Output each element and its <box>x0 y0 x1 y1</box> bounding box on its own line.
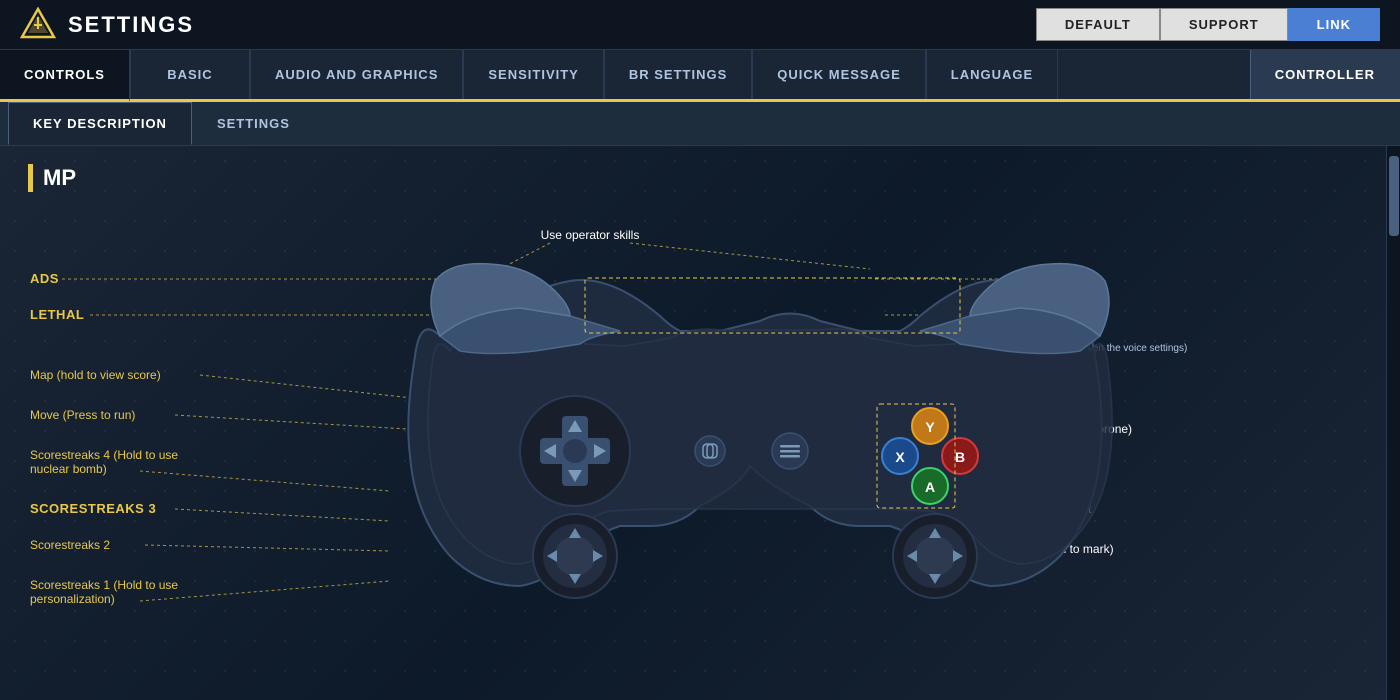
sub-tab-bar: KEY DESCRIPTION SETTINGS <box>0 102 1400 146</box>
header-left: SETTINGS <box>20 7 194 43</box>
tab-bar: CONTROLS BASIC AUDIO AND GRAPHICS SENSIT… <box>0 50 1400 102</box>
scrollbar[interactable] <box>1386 146 1400 700</box>
tab-quick-message[interactable]: QUICK MESSAGE <box>752 50 926 99</box>
svg-text:A: A <box>925 479 935 495</box>
svg-text:Scorestreaks 2: Scorestreaks 2 <box>30 538 110 552</box>
tab-language[interactable]: LANGUAGE <box>926 50 1058 99</box>
svg-text:B: B <box>955 449 965 465</box>
svg-text:Map (hold to view score): Map (hold to view score) <box>30 368 161 382</box>
controller-diagram: .dot-line { stroke: #e8c84a; stroke-widt… <box>10 201 1390 691</box>
tab-controls[interactable]: CONTROLS <box>0 50 130 102</box>
link-button[interactable]: LINK <box>1288 8 1380 41</box>
svg-text:Use operator skills: Use operator skills <box>541 228 640 242</box>
svg-text:Y: Y <box>925 419 935 435</box>
svg-text:Scorestreaks 4 (Hold to use: Scorestreaks 4 (Hold to use <box>30 448 178 462</box>
scrollbar-thumb[interactable] <box>1389 156 1399 236</box>
header-buttons: DEFAULT SUPPORT LINK <box>1036 8 1380 41</box>
default-button[interactable]: DEFAULT <box>1036 8 1160 41</box>
tab-controller[interactable]: CONTROLLER <box>1250 50 1400 99</box>
svg-text:LETHAL: LETHAL <box>30 307 84 322</box>
tab-basic[interactable]: BASIC <box>130 50 250 99</box>
section-title-text: MP <box>43 165 76 191</box>
support-button[interactable]: SUPPORT <box>1160 8 1288 41</box>
svg-text:ADS: ADS <box>30 271 59 286</box>
svg-text:Scorestreaks 1 (Hold to use: Scorestreaks 1 (Hold to use <box>30 578 178 592</box>
svg-text:personalization): personalization) <box>30 592 115 606</box>
tab-br-settings[interactable]: BR SETTINGS <box>604 50 752 99</box>
svg-text:SCORESTREAKS 3: SCORESTREAKS 3 <box>30 501 156 516</box>
logo-icon <box>20 7 56 43</box>
sub-tab-key-description[interactable]: KEY DESCRIPTION <box>8 102 192 145</box>
svg-text:Move (Press to run): Move (Press to run) <box>30 408 135 422</box>
header: SETTINGS DEFAULT SUPPORT LINK <box>0 0 1400 50</box>
main-content: MP .dot-line { stroke: #e8c84a; stroke-w… <box>0 146 1400 700</box>
section-title: MP <box>28 164 76 192</box>
tab-audio-graphics[interactable]: AUDIO AND GRAPHICS <box>250 50 463 99</box>
app-title: SETTINGS <box>68 12 194 38</box>
svg-text:X: X <box>895 449 905 465</box>
sub-tab-settings[interactable]: SETTINGS <box>192 102 315 145</box>
title-bar-accent <box>28 164 33 192</box>
svg-text:nuclear bomb): nuclear bomb) <box>30 462 107 476</box>
tab-sensitivity[interactable]: SENSITIVITY <box>463 50 603 99</box>
